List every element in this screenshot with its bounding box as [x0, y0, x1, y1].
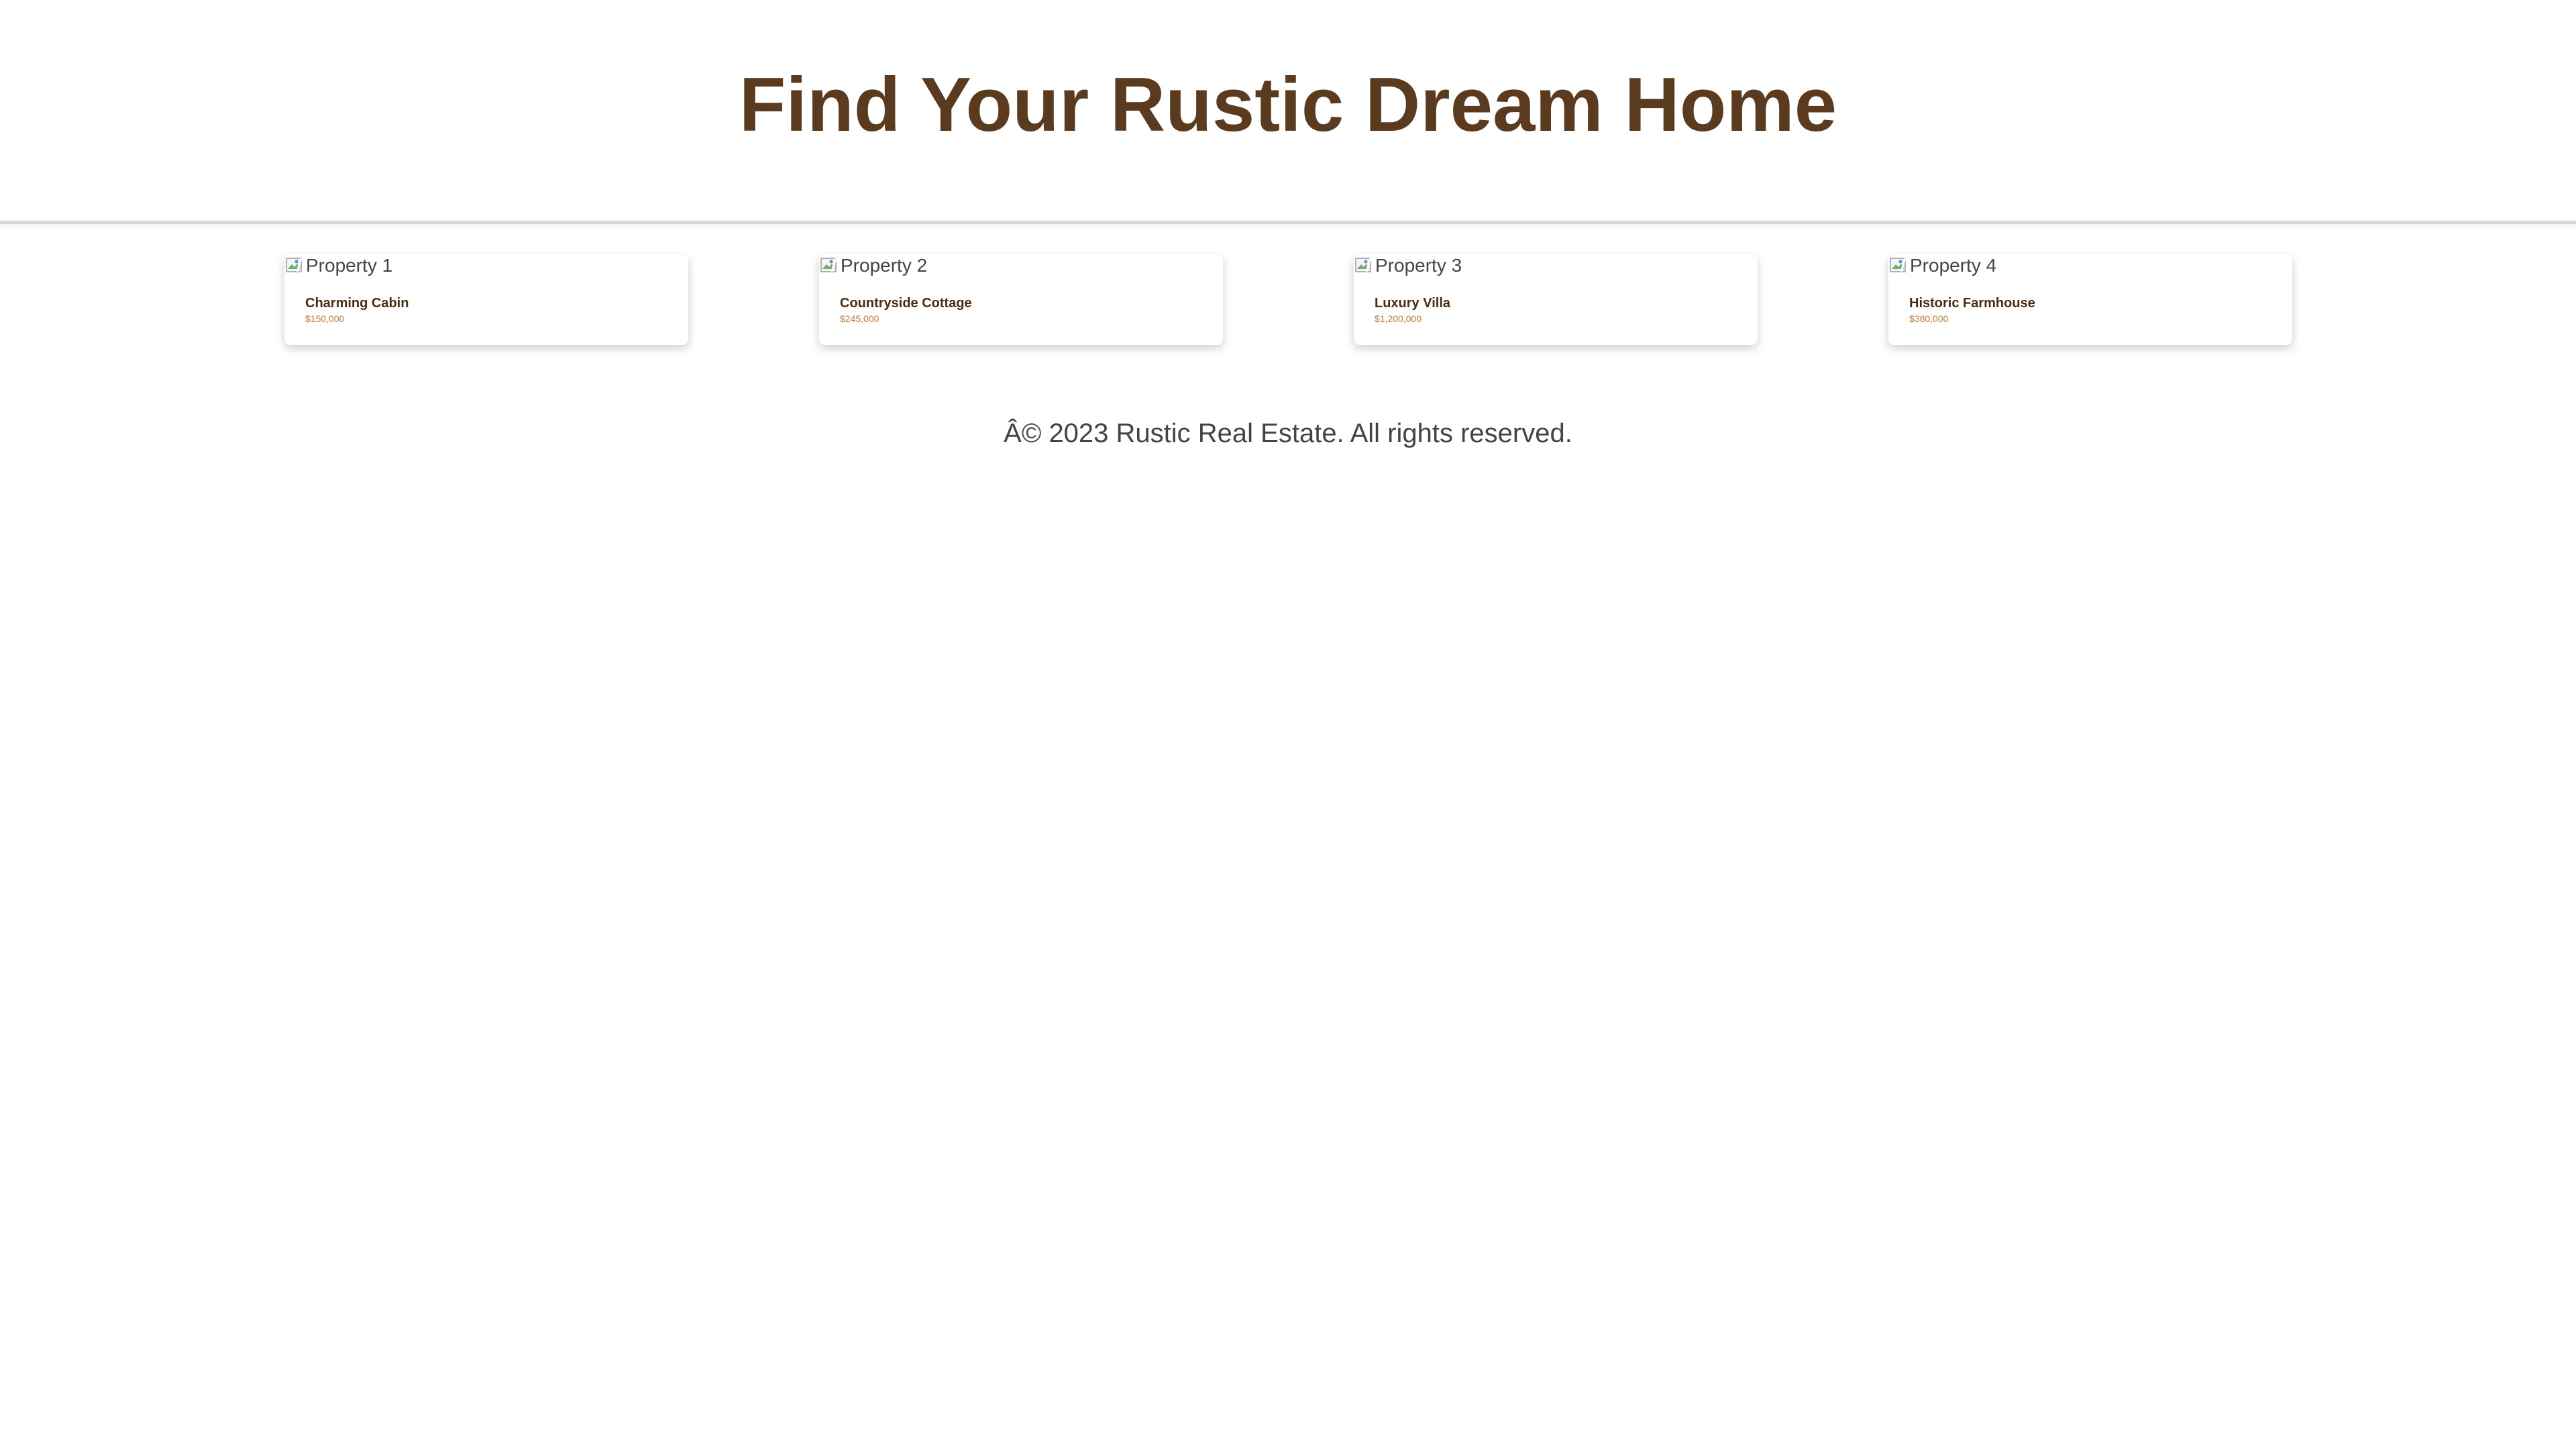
property-card[interactable]: Property 4 Historic Farmhouse $380,000 — [1888, 254, 2292, 345]
property-price: $380,000 — [1909, 313, 1949, 324]
site-footer: Â© 2023 Rustic Real Estate. All rights r… — [0, 420, 2576, 447]
image-alt-text: Property 4 — [1910, 255, 1997, 276]
broken-image-icon — [1354, 256, 1374, 276]
property-card[interactable]: Property 2 Countryside Cottage $245,000 — [819, 254, 1223, 345]
broken-image-icon — [819, 256, 839, 276]
property-title: Historic Farmhouse — [1909, 296, 2035, 311]
property-price: $245,000 — [840, 313, 879, 324]
property-card[interactable]: Property 3 Luxury Villa $1,200,000 — [1354, 254, 1758, 345]
property-title: Charming Cabin — [305, 296, 409, 311]
property-price: $1,200,000 — [1375, 313, 1422, 324]
property-listings: Property 1 Charming Cabin $150,000 Prope… — [0, 254, 2576, 345]
broken-image-icon — [284, 256, 305, 276]
property-price: $150,000 — [305, 313, 345, 324]
page-title: Find Your Rustic Dream Home — [739, 62, 1837, 148]
broken-image-icon — [1888, 256, 1909, 276]
property-title: Luxury Villa — [1375, 296, 1451, 311]
property-card[interactable]: Property 1 Charming Cabin $150,000 — [284, 254, 688, 345]
property-image[interactable]: Property 3 — [1354, 254, 1462, 277]
property-title: Countryside Cottage — [840, 296, 972, 311]
property-image[interactable]: Property 1 — [284, 254, 392, 277]
copyright-text: Â© 2023 Rustic Real Estate. All rights r… — [1004, 419, 1572, 448]
site-header: Find Your Rustic Dream Home — [0, 0, 2576, 224]
property-image[interactable]: Property 2 — [819, 254, 927, 277]
image-alt-text: Property 2 — [841, 255, 928, 276]
image-alt-text: Property 1 — [306, 255, 393, 276]
image-alt-text: Property 3 — [1375, 255, 1462, 276]
property-image[interactable]: Property 4 — [1888, 254, 1996, 277]
